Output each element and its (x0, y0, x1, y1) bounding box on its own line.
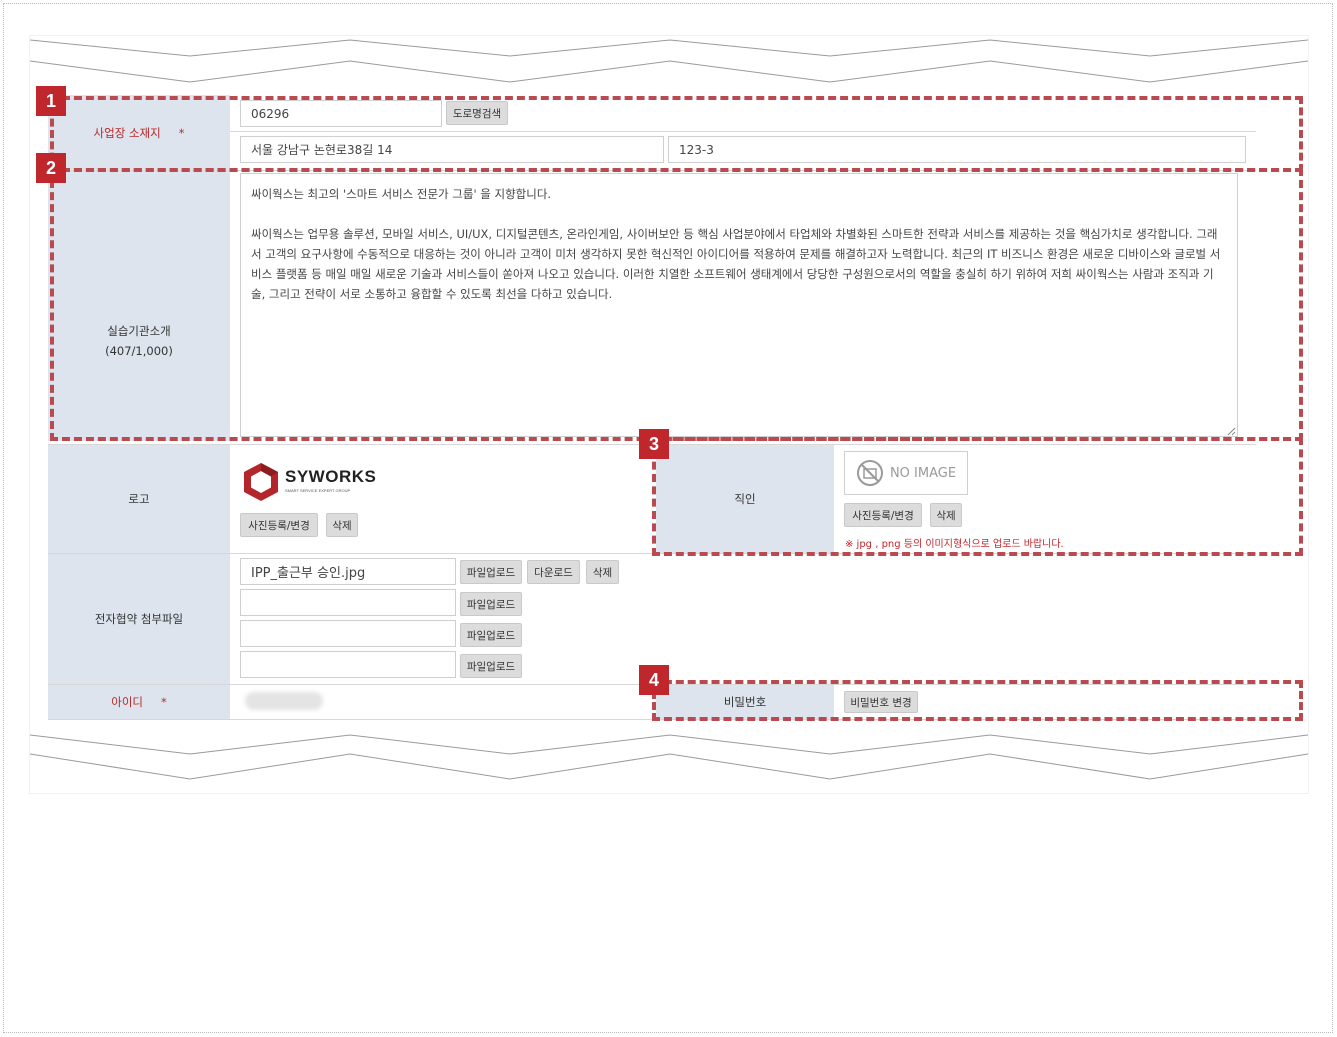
upload-button-2[interactable]: 파일업로드 (460, 592, 522, 616)
road-search-button[interactable]: 도로명검색 (446, 101, 508, 125)
top-torn-edge (30, 39, 1308, 83)
bottom-torn-edge (30, 734, 1308, 780)
logo-tagline-text: SMART SERVICE EXPERT GROUP (285, 488, 351, 493)
logo-image: SYWORKS SMART SERVICE EXPERT GROUP (241, 460, 381, 504)
logo-change-button[interactable]: 사진등록/변경 (240, 513, 318, 537)
logo-hexagon-icon (244, 463, 278, 501)
resize-handle-icon[interactable] (1227, 427, 1236, 436)
seal-label: 직인 (656, 445, 834, 553)
file-delete-button-1[interactable]: 삭제 (586, 560, 619, 584)
divider (230, 131, 1256, 132)
password-label: 비밀번호 (656, 685, 834, 719)
callout-marker-1: 1 (36, 86, 66, 116)
upload-button-4[interactable]: 파일업로드 (460, 654, 522, 678)
seal-change-button[interactable]: 사진등록/변경 (844, 503, 922, 527)
upload-button-3[interactable]: 파일업로드 (460, 623, 522, 647)
detail-address-input[interactable]: 123-3 (668, 136, 1246, 163)
upload-button-1[interactable]: 파일업로드 (460, 560, 522, 584)
attachment-file-3[interactable] (240, 620, 456, 647)
attachments-label: 전자협약 첨부파일 (48, 554, 230, 684)
callout-marker-4: 4 (639, 665, 669, 695)
no-image-icon (856, 460, 883, 486)
attachment-file-1[interactable]: IPP_출근부 승인.jpg (240, 558, 456, 585)
intro-char-count: (407/1,000) (105, 344, 173, 358)
intro-paragraph-2: 싸이웍스는 업무용 솔루션, 모바일 서비스, UI/UX, 디지털콘텐츠, 온… (251, 227, 1221, 301)
user-id-value-blurred (245, 692, 323, 710)
postcode-input[interactable]: 06296 (240, 100, 442, 127)
logo-delete-button[interactable]: 삭제 (326, 513, 358, 537)
divider (48, 719, 1256, 720)
attachment-file-2[interactable] (240, 589, 456, 616)
intro-textarea[interactable]: 싸이웍스는 최고의 '스마트 서비스 전문가 그룹' 을 지향합니다. 싸이웍스… (240, 173, 1238, 437)
download-button-1[interactable]: 다운로드 (527, 560, 580, 584)
intro-paragraph-1: 싸이웍스는 최고의 '스마트 서비스 전문가 그룹' 을 지향합니다. (251, 187, 552, 201)
address-label: 사업장 소재지 * (48, 95, 230, 170)
logo-brand-text: SYWORKS (285, 467, 377, 486)
change-password-button[interactable]: 비밀번호 변경 (844, 691, 918, 713)
road-address-input[interactable]: 서울 강남구 논현로38길 14 (240, 136, 664, 163)
id-label: 아이디 * (48, 685, 230, 719)
attachment-file-4[interactable] (240, 651, 456, 678)
seal-delete-button[interactable]: 삭제 (930, 503, 962, 527)
no-image-text: NO IMAGE (889, 465, 957, 481)
seal-no-image: NO IMAGE (844, 451, 968, 495)
callout-marker-3: 3 (639, 429, 669, 459)
seal-upload-hint: ※ jpg , png 등의 이미지형식으로 업로드 바랍니다. (845, 539, 1064, 550)
intro-label: 실습기관소개 (407/1,000) (48, 171, 230, 441)
callout-marker-2: 2 (36, 153, 66, 183)
logo-label: 로고 (48, 445, 230, 553)
